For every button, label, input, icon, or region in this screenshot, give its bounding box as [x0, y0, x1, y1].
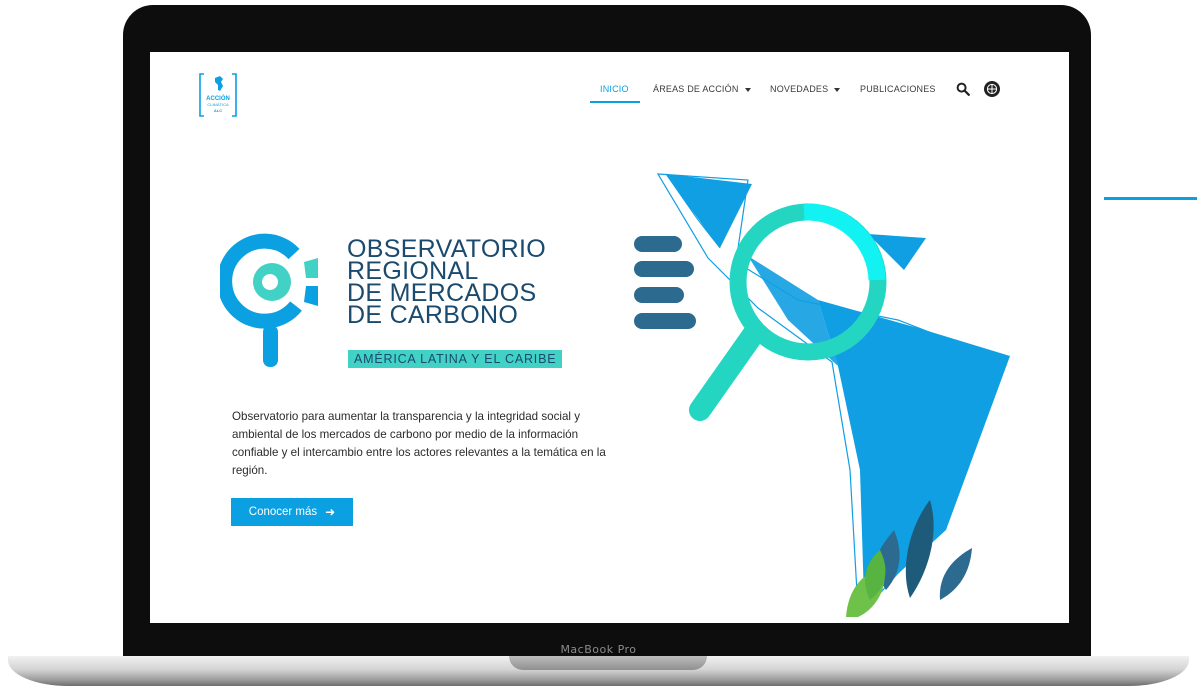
nav-item-label: ÁREAS DE ACCIÓN	[653, 84, 739, 94]
decorative-accent-line	[1104, 197, 1197, 200]
hero-description: Observatorio para aumentar la transparen…	[232, 410, 606, 477]
logo-line-3: ALC	[214, 108, 222, 113]
nav-item-inicio[interactable]: INICIO	[600, 84, 629, 94]
logo-line-2: CLIMÁTICA	[207, 102, 229, 107]
nav-active-underline	[590, 101, 640, 103]
cta-label: Conocer más	[248, 506, 318, 518]
map-magnifier-illustration	[634, 173, 1010, 617]
site-logo[interactable]: ACCIÓN CLIMÁTICA ALC	[198, 72, 238, 118]
nav-item-label: NOVEDADES	[770, 84, 829, 94]
language-icon[interactable]	[984, 81, 1000, 97]
device-label: MacBook Pro	[560, 643, 637, 656]
nav-item-areas-de-accion[interactable]: ÁREAS DE ACCIÓN	[653, 84, 751, 94]
arrow-right-icon: ➜	[325, 505, 336, 519]
hero-title-line: DE CARBONO	[347, 301, 519, 329]
search-icon[interactable]	[956, 82, 970, 96]
caret-down-icon	[834, 87, 841, 92]
hero-subtitle: AMÉRICA LATINA Y EL CARIBE	[348, 350, 563, 368]
conocer-mas-button[interactable]: Conocer más ➜	[231, 498, 353, 526]
nav-item-novedades[interactable]: NOVEDADES	[770, 84, 841, 94]
nav-item-publicaciones[interactable]: PUBLICACIONES	[860, 84, 936, 94]
observatory-logo-icon	[220, 233, 318, 367]
logo-line-1: ACCIÓN	[206, 94, 230, 102]
laptop-screen: ACCIÓN CLIMÁTICA ALC INICIO ÁREAS DE ACC…	[150, 52, 1069, 623]
caret-down-icon	[744, 87, 751, 92]
laptop-notch	[509, 656, 707, 670]
hero-title: OBSERVATORIO REGIONAL DE MERCADOS DE CAR…	[347, 237, 546, 329]
